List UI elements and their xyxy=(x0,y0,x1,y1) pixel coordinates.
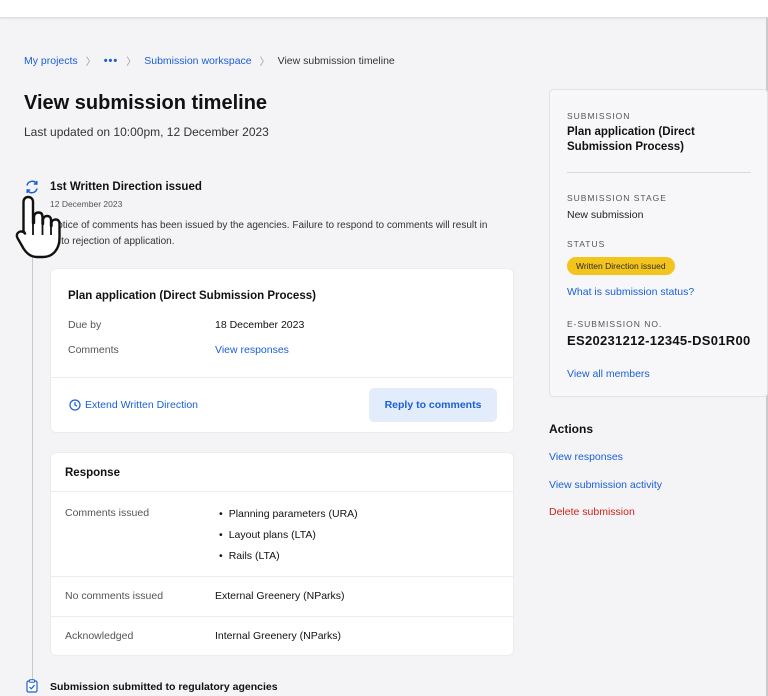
last-updated: Last updated on 10:00pm, 12 December 202… xyxy=(24,125,269,139)
action-delete-submission[interactable]: Delete submission xyxy=(549,506,635,518)
breadcrumb-ellipsis[interactable]: ••• xyxy=(104,55,119,67)
acknowledged-value: Internal Greenery (NParks) xyxy=(215,630,342,642)
action-view-activity[interactable]: View submission activity xyxy=(549,479,662,491)
page-title: View submission timeline xyxy=(24,92,268,114)
no-comments-label: No comments issued xyxy=(65,590,164,602)
esub-label: E-SUBMISSION NO. xyxy=(567,319,663,329)
chevron-right-icon: 〉 xyxy=(85,57,96,68)
timeline-event-title: 1st Written Direction issued xyxy=(50,181,202,193)
comments-issued-list: Planning parameters (URA) Layout plans (… xyxy=(219,504,358,567)
chevron-right-icon: 〉 xyxy=(259,57,270,68)
response-divider xyxy=(51,576,513,577)
list-item: Rails (LTA) xyxy=(219,546,358,567)
response-card: Response Comments issued Planning parame… xyxy=(50,452,514,656)
chevron-right-icon: 〉 xyxy=(126,57,137,68)
submission-label: SUBMISSION xyxy=(567,111,631,121)
written-direction-card: Plan application (Direct Submission Proc… xyxy=(50,268,514,433)
no-comments-value: External Greenery (NParks) xyxy=(215,590,345,602)
status-help-link[interactable]: What is submission status? xyxy=(567,286,694,298)
submission-summary-panel: SUBMISSION Plan application (Direct Subm… xyxy=(549,89,768,397)
breadcrumb-current: View submission timeline xyxy=(277,54,395,67)
extend-label: Extend Written Direction xyxy=(85,399,199,411)
card-title: Plan application (Direct Submission Proc… xyxy=(68,290,316,302)
card-divider xyxy=(51,377,513,378)
comments-issued-label: Comments issued xyxy=(65,507,150,519)
hand-pointer-icon xyxy=(15,195,61,259)
submission-value: Plan application (Direct Submission Proc… xyxy=(567,126,695,153)
status-label: STATUS xyxy=(567,239,606,249)
panel-divider xyxy=(567,172,751,173)
breadcrumb-my-projects[interactable]: My projects xyxy=(24,55,78,67)
clock-icon xyxy=(69,399,81,411)
top-bar xyxy=(0,0,768,18)
list-item: Planning parameters (URA) xyxy=(219,504,358,525)
acknowledged-label: Acknowledged xyxy=(65,630,134,642)
stage-label: SUBMISSION STAGE xyxy=(567,193,667,203)
view-all-members-link[interactable]: View all members xyxy=(567,368,650,380)
reply-to-comments-button[interactable]: Reply to comments xyxy=(369,388,497,422)
action-view-responses[interactable]: View responses xyxy=(549,451,623,463)
actions-title: Actions xyxy=(549,422,594,436)
extend-written-direction-link[interactable]: Extend Written Direction xyxy=(69,399,198,411)
list-item: Layout plans (LTA) xyxy=(219,525,358,546)
breadcrumb-workspace[interactable]: Submission workspace xyxy=(144,55,251,67)
stage-value: New submission xyxy=(567,209,644,221)
timeline-line xyxy=(32,230,33,680)
timeline-event-title: Submission submitted to regulatory agenc… xyxy=(50,681,278,693)
esub-number: ES20231212-12345-DS01R00 xyxy=(567,333,751,348)
response-divider xyxy=(51,491,513,492)
clipboard-check-icon xyxy=(26,679,38,693)
response-title: Response xyxy=(65,467,120,479)
breadcrumb: My projects 〉 ••• 〉 Submission workspace… xyxy=(24,53,395,69)
timeline-event-description: Notice of comments has been issued by th… xyxy=(50,220,488,247)
due-by-label: Due by xyxy=(68,319,102,331)
status-badge: Written Direction issued xyxy=(567,257,675,275)
comments-label: Comments xyxy=(68,344,119,356)
due-by-value: 18 December 2023 xyxy=(215,319,305,331)
response-divider xyxy=(51,616,513,617)
view-responses-link[interactable]: View responses xyxy=(215,344,289,356)
